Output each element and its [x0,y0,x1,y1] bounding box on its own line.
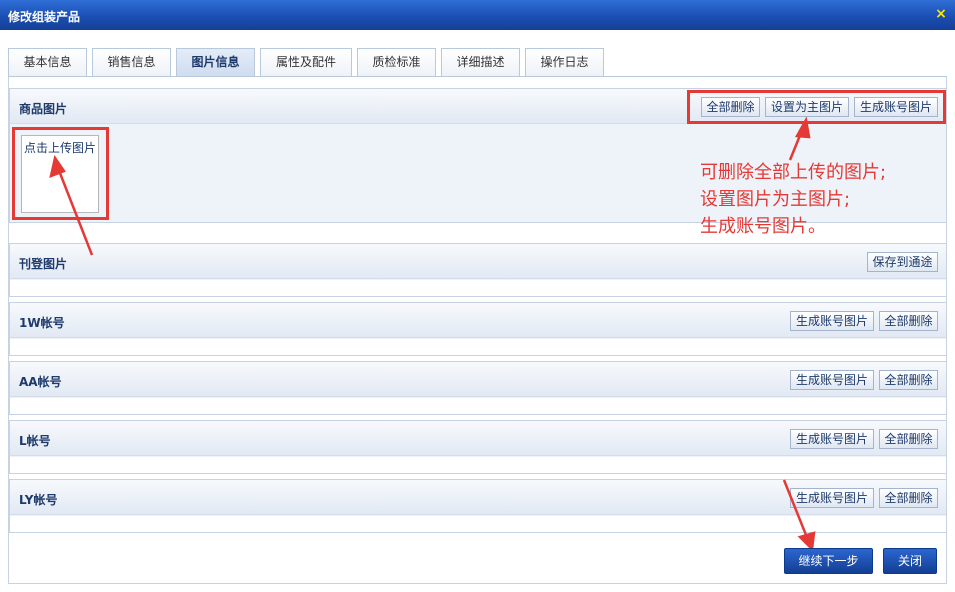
account-section-aa: AA帐号 生成账号图片 全部删除 [9,361,947,415]
listing-images-section: 刊登图片 保存到通途 [9,243,947,297]
annotation-text: 可删除全部上传的图片; 设置图片为主图片; 生成账号图片。 [700,159,886,240]
account-section-1w: 1W帐号 生成账号图片 全部删除 [9,302,947,356]
tab-sales-info[interactable]: 销售信息 [92,48,171,76]
section-header: LY帐号 生成账号图片 全部删除 [10,480,946,515]
annotation-line: 设置图片为主图片; [700,189,851,210]
window-titlebar: 修改组装产品 × [0,0,955,30]
section-header: 1W帐号 生成账号图片 全部删除 [10,303,946,338]
section-header: L帐号 生成账号图片 全部删除 [10,421,946,456]
tab-image-info[interactable]: 图片信息 [176,48,255,77]
next-step-button[interactable]: 继续下一步 [784,548,873,574]
section-body [10,457,946,473]
account-section-l: L帐号 生成账号图片 全部删除 [9,420,947,474]
section-header: AA帐号 生成账号图片 全部删除 [10,362,946,397]
section-title: L帐号 [19,434,51,448]
highlight-box-upload [12,127,109,220]
annotation-line: 可删除全部上传的图片; [700,162,887,183]
annotation-line: 生成账号图片。 [700,216,826,237]
section-header: 刊登图片 保存到通途 [10,244,946,279]
account-section-ly: LY帐号 生成账号图片 全部删除 [9,479,947,533]
delete-all-button[interactable]: 全部删除 [879,429,938,449]
generate-account-image-button[interactable]: 生成账号图片 [790,429,874,449]
section-title: 刊登图片 [19,257,68,271]
generate-account-image-button[interactable]: 生成账号图片 [790,370,874,390]
tab-detail-description[interactable]: 详细描述 [441,48,520,76]
tab-basic-info[interactable]: 基本信息 [8,48,87,76]
window-title: 修改组装产品 [8,10,81,24]
close-button[interactable]: 关闭 [883,548,937,574]
tab-operation-log[interactable]: 操作日志 [525,48,604,76]
delete-all-button[interactable]: 全部删除 [879,488,938,508]
save-to-tongtu-button[interactable]: 保存到通途 [867,252,938,272]
generate-account-image-button[interactable]: 生成账号图片 [790,488,874,508]
section-body [10,339,946,355]
section-body [10,398,946,414]
tab-qc-standard[interactable]: 质检标准 [357,48,436,76]
section-title: LY帐号 [19,493,58,507]
tab-attributes-accessories[interactable]: 属性及配件 [260,48,352,76]
highlight-box-buttons [687,90,946,124]
section-body [10,280,946,296]
generate-account-image-button[interactable]: 生成账号图片 [790,311,874,331]
section-title: 商品图片 [19,102,68,116]
section-title: 1W帐号 [19,316,65,330]
section-body [10,516,946,532]
delete-all-button[interactable]: 全部删除 [879,370,938,390]
section-title: AA帐号 [19,375,62,389]
close-icon[interactable]: × [933,6,949,22]
delete-all-button[interactable]: 全部删除 [879,311,938,331]
